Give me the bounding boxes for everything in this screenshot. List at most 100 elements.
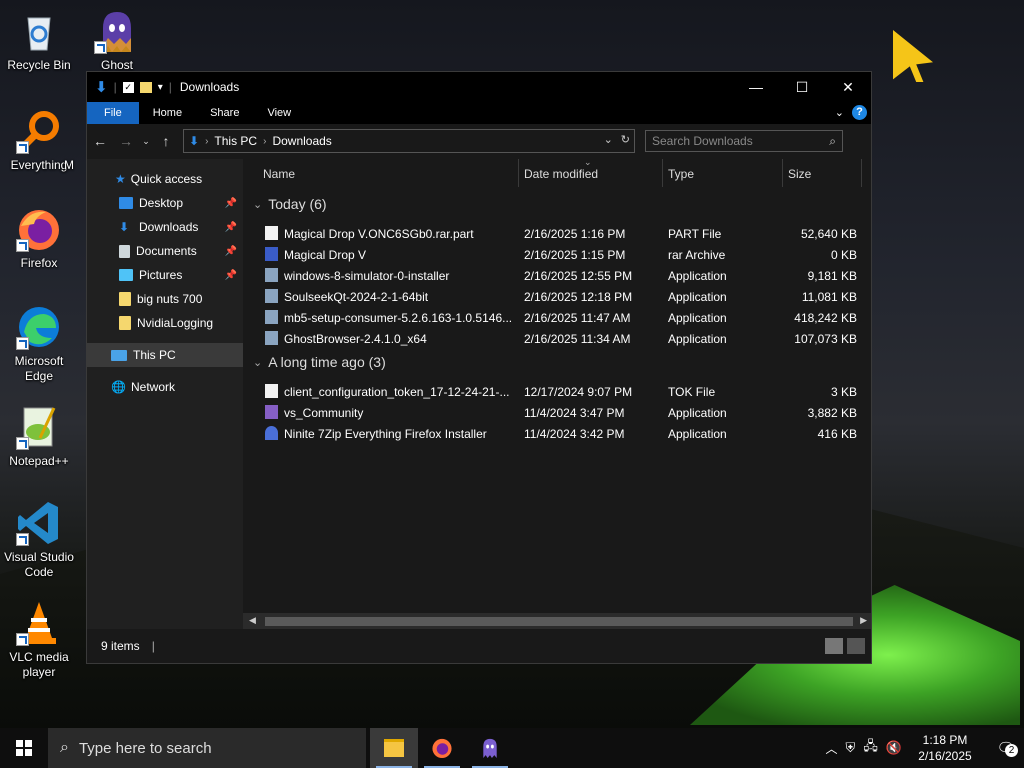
recent-locations-icon[interactable]: ⌄ [139, 136, 153, 147]
horizontal-scrollbar[interactable]: ◀ ▶ [243, 613, 871, 629]
address-bar[interactable]: ⬇ › This PC › Downloads ⌄ ↻ [183, 129, 635, 153]
tab-file[interactable]: File [87, 102, 139, 124]
desktop-icon-partial[interactable]: M [54, 158, 84, 173]
star-icon: ★ [115, 172, 126, 186]
volume-muted-icon[interactable]: 🔇 [886, 740, 902, 756]
breadcrumb-downloads[interactable]: Downloads [272, 134, 331, 148]
file-row[interactable]: windows-8-simulator-0-installer 2/16/2025… [243, 265, 863, 286]
security-icon[interactable]: ⛨ [846, 740, 856, 756]
file-name: mb5-setup-consumer-5.2.6.163-1.0.5146... [284, 311, 513, 325]
address-dropdown-icon[interactable]: ⌄ [604, 133, 613, 146]
back-arrow-icon[interactable]: ← [87, 133, 113, 149]
desktop-icon-recycle-bin[interactable]: Recycle Bin [1, 8, 77, 73]
file-row[interactable]: client_configuration_token_17-12-24-21-.… [243, 381, 863, 402]
taskbar-search-box[interactable]: ⌕ Type here to search [48, 728, 366, 768]
shortcut-arrow-icon [16, 239, 29, 252]
nav-item-network[interactable]: 🌐 Network [87, 375, 243, 399]
taskbar-firefox[interactable] [418, 728, 466, 768]
search-icon: ⌕ [60, 739, 69, 756]
file-row[interactable]: vs_Community 11/4/2024 3:47 PM Application… [243, 402, 863, 423]
search-icon: ⌕ [829, 133, 836, 148]
nav-label: big nuts 700 [137, 292, 203, 306]
properties-icon[interactable]: ✓ [122, 81, 134, 93]
file-list: Name Date modified ⌄ Type Size ⌄ Today (… [243, 157, 871, 629]
desktop-icon-label: M [64, 158, 74, 172]
file-date: 2/16/2025 11:34 AM [524, 332, 631, 346]
file-row[interactable]: GhostBrowser-2.4.1.0_x64 2/16/2025 11:34 … [243, 328, 863, 349]
visual-studio-icon [265, 405, 278, 419]
file-name: client_configuration_token_17-12-24-21-.… [284, 385, 510, 399]
quick-access-dropdown-icon[interactable]: ▾ [158, 82, 163, 93]
large-icons-view-button[interactable] [847, 638, 865, 654]
scroll-thumb[interactable] [265, 617, 853, 626]
desktop-icon-ghost[interactable]: Ghost [79, 8, 155, 73]
details-view-button[interactable] [825, 638, 843, 654]
file-name: Magical Drop V [284, 248, 367, 262]
desktop-icon-notepadpp[interactable]: Notepad++ [1, 404, 77, 469]
nav-item-downloads[interactable]: ⬇ Downloads 📌 [87, 215, 243, 239]
firefox-icon [432, 738, 452, 759]
nav-item-documents[interactable]: Documents 📌 [87, 239, 243, 263]
file-row[interactable]: Magical Drop V.ONC6SGb0.rar.part 2/16/202… [243, 223, 863, 244]
file-row[interactable]: SoulseekQt-2024-2-1-64bit 2/16/2025 12:18… [243, 286, 863, 307]
file-row[interactable]: Ninite 7Zip Everything Firefox Installer… [243, 423, 863, 444]
tab-home[interactable]: Home [139, 102, 196, 124]
refresh-icon[interactable]: ↻ [621, 133, 630, 146]
taskbar-file-explorer[interactable] [370, 728, 418, 768]
file-row[interactable]: mb5-setup-consumer-5.2.6.163-1.0.5146...… [243, 307, 863, 328]
column-header-type[interactable]: Type [668, 167, 694, 181]
nav-item-nvidialogging[interactable]: NvidiaLogging [87, 311, 243, 335]
breadcrumb-this-pc[interactable]: This PC [214, 134, 257, 148]
file-row[interactable]: Magical Drop V 2/16/2025 1:15 PM rar Archi… [243, 244, 863, 265]
column-header-size[interactable]: Size [788, 167, 811, 181]
nav-label: Quick access [130, 172, 203, 186]
scroll-right-icon[interactable]: ▶ [860, 615, 867, 626]
ghost-icon [483, 738, 497, 759]
desktop-icon-vlc[interactable]: VLC media player [1, 600, 77, 680]
downloads-arrow-icon: ⬇ [189, 134, 200, 148]
nav-item-this-pc[interactable]: This PC [87, 343, 243, 367]
system-tray: ︿ ⛨ 🖧 🔇 1:18 PM 2/16/2025 🗨 2 [826, 728, 1024, 768]
file-size: 107,073 KB [794, 332, 857, 346]
file-name: Ninite 7Zip Everything Firefox Installer [284, 427, 487, 441]
help-icon[interactable]: ? [852, 105, 867, 120]
file-type: TOK File [668, 385, 716, 399]
pin-icon: 📌 [224, 269, 237, 281]
title-bar[interactable]: ⬇ | ✓ ▾ | Downloads — ☐ ✕ [87, 72, 871, 102]
nav-quick-access[interactable]: ★ Quick access [87, 167, 243, 191]
desktop-icon-firefox[interactable]: Firefox [1, 206, 77, 271]
navigation-pane: ★ Quick access Desktop 📌 ⬇ Downloads 📌 D… [87, 159, 243, 629]
expand-ribbon-icon[interactable]: ⌄ [835, 106, 844, 119]
close-button[interactable]: ✕ [825, 72, 871, 102]
desktop-icon-edge[interactable]: Microsoft Edge [1, 304, 77, 384]
taskbar-ghost-browser[interactable] [466, 728, 514, 768]
start-button[interactable] [0, 728, 48, 768]
clock[interactable]: 1:18 PM 2/16/2025 [910, 732, 980, 764]
minimize-button[interactable]: — [733, 72, 779, 102]
tab-view[interactable]: View [253, 102, 305, 124]
file-type: rar Archive [668, 248, 726, 262]
nav-item-big-nuts-700[interactable]: big nuts 700 [87, 287, 243, 311]
search-input[interactable]: Search Downloads ⌕ [645, 130, 843, 152]
column-header-date[interactable]: Date modified [524, 167, 598, 181]
scroll-left-icon[interactable]: ◀ [249, 615, 256, 626]
nav-item-desktop[interactable]: Desktop 📌 [87, 191, 243, 215]
notifications-button[interactable]: 🗨 2 [988, 728, 1024, 768]
group-header-long-ago[interactable]: ⌄ A long time ago (3) [253, 354, 386, 370]
show-hidden-icons-icon[interactable]: ︿ [826, 740, 838, 757]
network-icon[interactable]: 🖧 [863, 737, 878, 759]
up-arrow-icon[interactable]: ↑ [153, 133, 179, 149]
maximize-button[interactable]: ☐ [779, 72, 825, 102]
file-type: Application [668, 311, 727, 325]
group-header-today[interactable]: ⌄ Today (6) [253, 196, 327, 212]
forward-arrow-icon[interactable]: → [113, 133, 139, 149]
installer-icon [265, 268, 278, 282]
column-header-name[interactable]: Name [263, 167, 295, 181]
window-title: Downloads [179, 80, 240, 94]
downloads-arrow-icon: ⬇ [95, 79, 108, 96]
file-date: 12/17/2024 9:07 PM [524, 385, 633, 399]
desktop-icon-vscode[interactable]: Visual Studio Code [1, 500, 77, 580]
new-folder-icon[interactable] [139, 81, 152, 93]
nav-item-pictures[interactable]: Pictures 📌 [87, 263, 243, 287]
tab-share[interactable]: Share [196, 102, 253, 124]
